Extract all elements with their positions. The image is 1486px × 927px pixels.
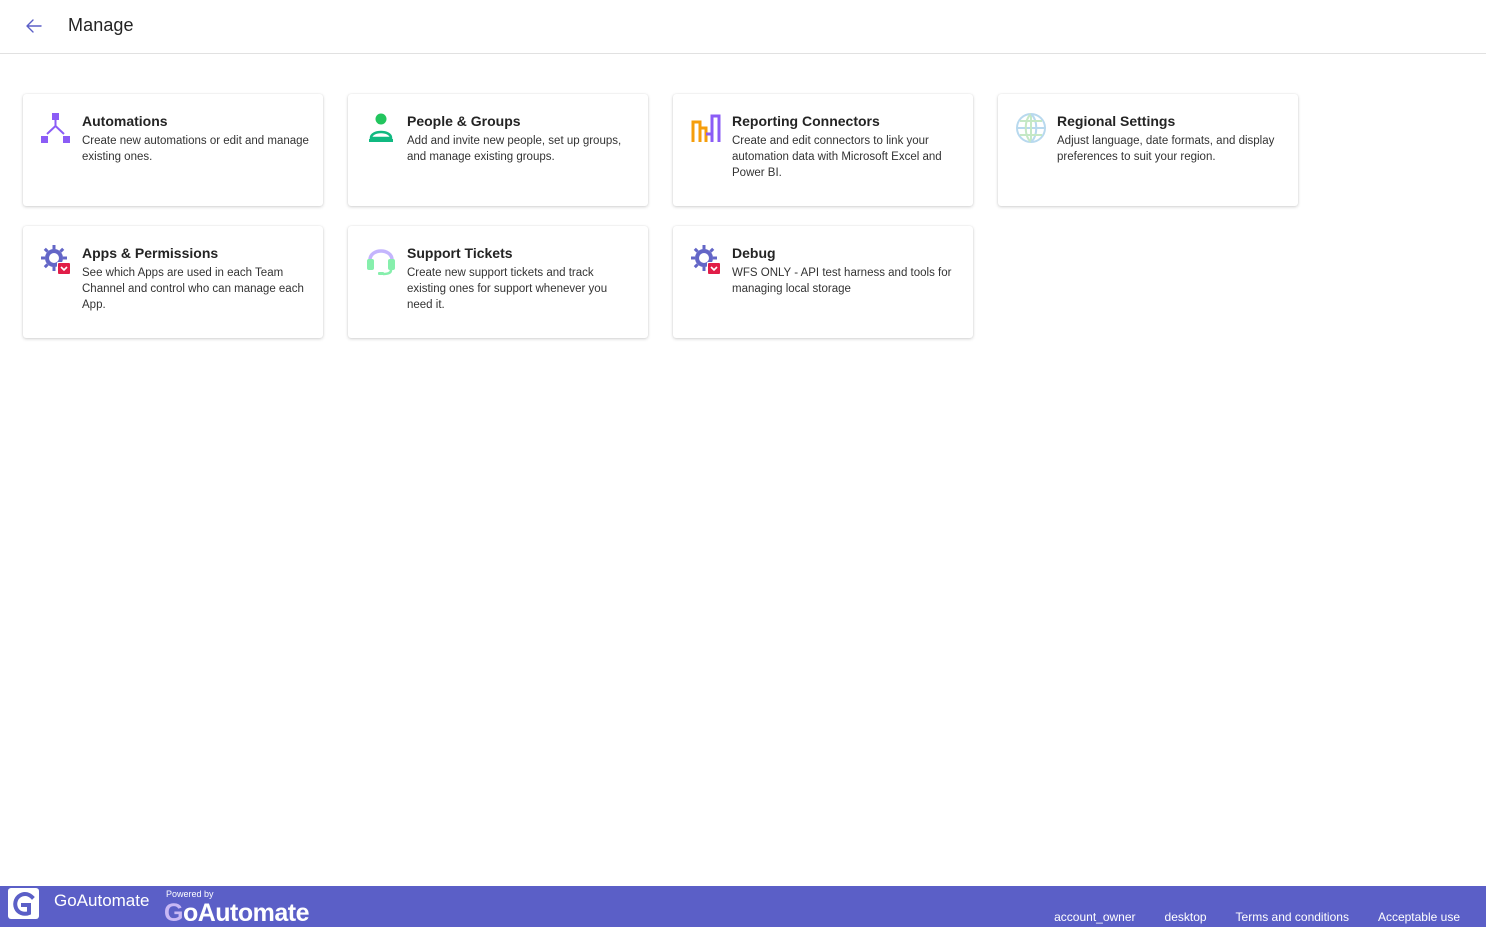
goautomate-logo-icon (8, 888, 39, 919)
footer-app-name: GoAutomate (54, 891, 150, 910)
footer-links: account_owner desktop Terms and conditio… (1054, 910, 1460, 924)
headset-icon (365, 244, 397, 276)
footer-link-account-owner[interactable]: account_owner (1054, 910, 1135, 924)
app-root: Manage Automations Create new automation… (0, 0, 1486, 927)
card-description: Adjust language, date formats, and displ… (1057, 135, 1275, 163)
card-debug[interactable]: Debug WFS ONLY - API test harness and to… (673, 226, 973, 338)
back-arrow-icon[interactable] (22, 14, 46, 38)
card-title: People & Groups (407, 113, 521, 129)
card-regional-settings[interactable]: Regional Settings Adjust language, date … (998, 94, 1298, 206)
card-description: Create new support tickets and track exi… (407, 267, 608, 311)
footer-link-acceptable-use[interactable]: Acceptable use (1378, 910, 1460, 924)
reporting-icon (690, 112, 722, 144)
card-description: See which Apps are used in each Team Cha… (82, 267, 304, 311)
card-automations[interactable]: Automations Create new automations or ed… (23, 94, 323, 206)
card-people-groups[interactable]: People & Groups Add and invite new peopl… (348, 94, 648, 206)
footer-link-terms[interactable]: Terms and conditions (1236, 910, 1349, 924)
card-title: Debug (732, 245, 776, 261)
gear-shield-icon (40, 244, 72, 276)
globe-icon (1015, 112, 1047, 144)
gear-shield-icon (690, 244, 722, 276)
powered-by-label: Powered by (166, 889, 214, 899)
card-apps-permissions[interactable]: Apps & Permissions See which Apps are us… (23, 226, 323, 338)
card-description: Create and edit connectors to link your … (732, 135, 942, 179)
powered-by-brand-logo: GoAutomate (164, 899, 310, 927)
brand-g-letter: G (164, 899, 183, 927)
card-description: Create new automations or edit and manag… (82, 135, 309, 163)
card-title: Support Tickets (407, 245, 513, 261)
card-description: WFS ONLY - API test harness and tools fo… (732, 267, 952, 295)
card-reporting-connectors[interactable]: Reporting Connectors Create and edit con… (673, 94, 973, 206)
automations-icon (40, 112, 72, 144)
people-icon (365, 112, 397, 144)
card-support-tickets[interactable]: Support Tickets Create new support ticke… (348, 226, 648, 338)
card-description: Add and invite new people, set up groups… (407, 135, 622, 163)
footer-bar: GoAutomate Powered by GoAutomate account… (0, 886, 1486, 927)
card-title: Automations (82, 113, 168, 129)
footer-link-desktop[interactable]: desktop (1165, 910, 1207, 924)
card-title: Reporting Connectors (732, 113, 880, 129)
page-header: Manage (0, 0, 1486, 54)
card-title: Regional Settings (1057, 113, 1176, 129)
page-title: Manage (68, 15, 134, 35)
brand-rest-text: oAutomate (182, 899, 310, 927)
card-title: Apps & Permissions (82, 245, 219, 261)
